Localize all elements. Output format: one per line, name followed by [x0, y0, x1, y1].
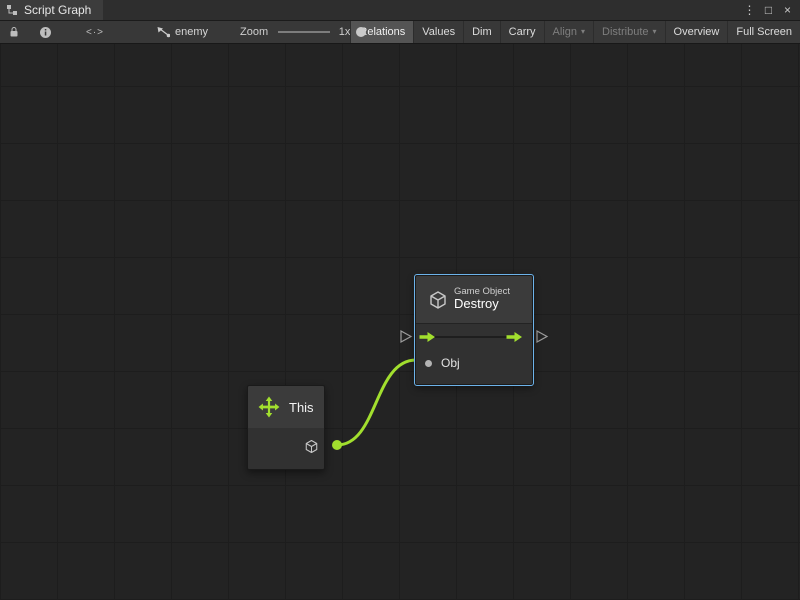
close-icon[interactable]: × — [780, 0, 795, 20]
obj-input-port[interactable] — [425, 360, 432, 367]
toolbar-button-overview[interactable]: Overview — [665, 21, 728, 43]
connections-overlay — [0, 44, 800, 600]
graph-canvas[interactable]: This Game Object Destroy — [0, 44, 800, 600]
toolbar-button-distribute[interactable]: Distribute ▾ — [593, 21, 664, 43]
connection-wire[interactable] — [337, 360, 416, 445]
flow-output-arrow-icon[interactable] — [506, 331, 523, 343]
node-this-header: This — [248, 386, 324, 428]
script-graph-window: Script Graph ⋮ □ × <·> — [0, 0, 800, 600]
graph-icon — [6, 4, 18, 16]
toolbar-button-group: Relations Values Dim Carry Align ▾ Distr… — [350, 21, 800, 43]
button-label: Align — [553, 26, 577, 38]
relation-line — [434, 336, 508, 338]
lock-button[interactable] — [5, 21, 23, 43]
titlebar-controls: ⋮ □ × — [742, 0, 800, 20]
toolbar-button-dim[interactable]: Dim — [463, 21, 500, 43]
game-object-output-port[interactable] — [304, 439, 319, 454]
button-label: Distribute — [602, 26, 648, 38]
graph-pointer-icon — [156, 26, 170, 38]
tab-title: Script Graph — [24, 3, 91, 17]
tab-script-graph[interactable]: Script Graph — [0, 0, 103, 20]
game-object-icon — [428, 290, 448, 310]
node-destroy-header: Game Object Destroy — [416, 276, 532, 323]
button-label: Overview — [674, 26, 720, 38]
chevron-down-icon: ▾ — [581, 28, 585, 36]
toolbar-button-values[interactable]: Values — [413, 21, 463, 43]
zoom-slider-track — [278, 31, 330, 33]
flow-port-row — [416, 324, 532, 350]
toolbar: <·> enemy Zoom 1x Relations Values Dim — [0, 21, 800, 44]
button-label: Dim — [472, 26, 492, 38]
node-title: This — [289, 400, 314, 415]
info-icon — [39, 26, 52, 39]
menu-icon[interactable]: ⋮ — [742, 0, 757, 20]
graph-breadcrumb[interactable]: enemy — [156, 26, 208, 38]
zoom-value: 1x — [339, 26, 351, 38]
flow-input-arrow-icon[interactable] — [419, 331, 436, 343]
zoom-slider[interactable] — [278, 26, 330, 38]
button-label: Values — [422, 26, 455, 38]
toolbar-button-fullscreen[interactable]: Full Screen — [727, 21, 800, 43]
obj-input-row: Obj — [416, 350, 532, 376]
node-header-text: Game Object Destroy — [454, 287, 510, 313]
code-toggle-button[interactable]: <·> — [82, 21, 108, 43]
toolbar-button-align[interactable]: Align ▾ — [544, 21, 593, 43]
titlebar: Script Graph ⋮ □ × — [0, 0, 800, 21]
graph-name-label: enemy — [175, 26, 208, 38]
obj-input-label: Obj — [441, 356, 460, 370]
flow-output-triangle[interactable] — [537, 331, 547, 342]
toolbar-button-carry[interactable]: Carry — [500, 21, 544, 43]
zoom-label: Zoom — [240, 26, 268, 38]
node-this[interactable]: This — [247, 385, 325, 470]
button-label: Carry — [509, 26, 536, 38]
node-destroy[interactable]: Game Object Destroy Obj — [415, 275, 533, 385]
button-label: Relations — [359, 26, 405, 38]
move-arrows-icon — [258, 396, 280, 418]
lock-icon — [9, 26, 19, 38]
node-title: Destroy — [454, 297, 510, 312]
titlebar-spacer — [103, 0, 742, 20]
info-button[interactable] — [35, 21, 56, 43]
chevron-down-icon: ▾ — [653, 28, 657, 36]
button-label: Full Screen — [736, 26, 792, 38]
connection-start-dot — [332, 440, 342, 450]
flow-input-triangle[interactable] — [401, 331, 411, 342]
maximize-icon[interactable]: □ — [761, 0, 776, 20]
